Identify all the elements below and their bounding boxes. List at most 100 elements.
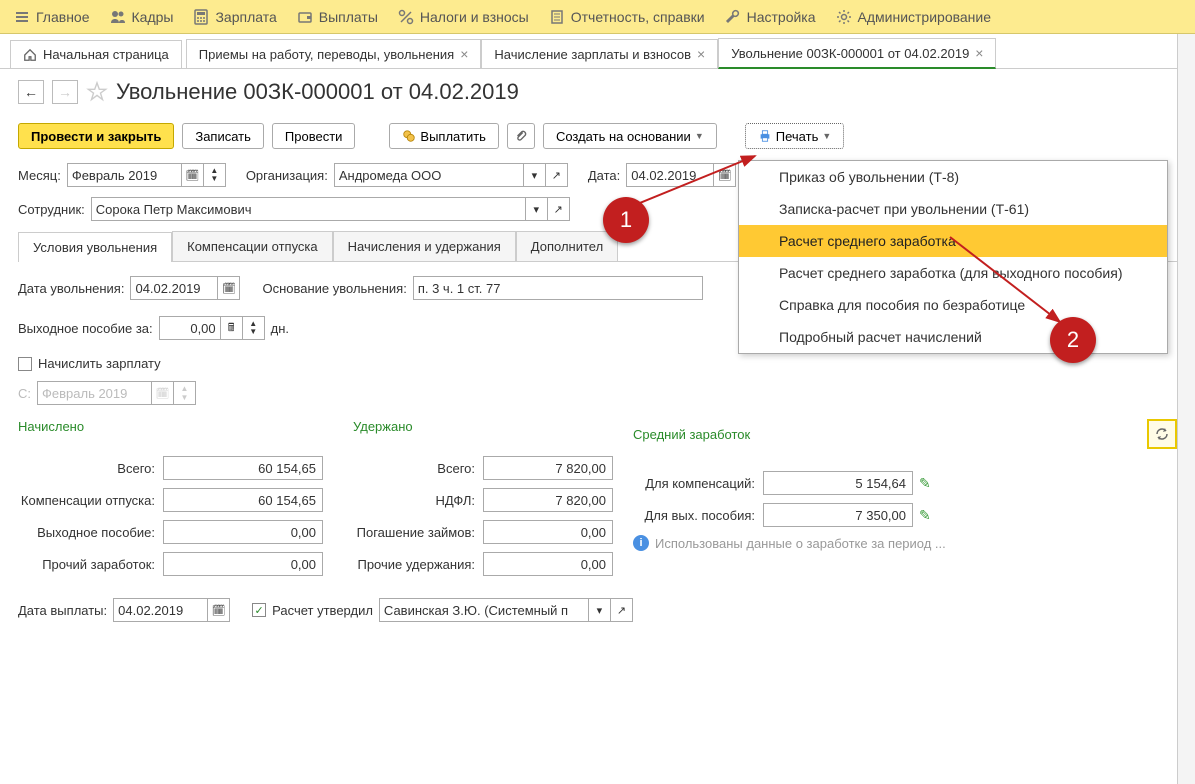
dropdown-icon[interactable]: ▾ bbox=[589, 598, 611, 622]
close-icon[interactable]: × bbox=[697, 46, 705, 62]
tab-compensations[interactable]: Компенсации отпуска bbox=[172, 231, 333, 261]
open-ref-icon[interactable]: ↗ bbox=[611, 598, 633, 622]
open-ref-icon[interactable]: ↗ bbox=[548, 197, 570, 221]
star-icon[interactable] bbox=[86, 81, 108, 103]
menu-staff[interactable]: Кадры bbox=[100, 0, 184, 34]
basis-input[interactable]: п. 3 ч. 1 ст. 77 bbox=[413, 276, 703, 300]
approver-input[interactable]: Савинская З.Ю. (Системный п bbox=[379, 598, 589, 622]
page-header: ← → Увольнение 00ЗК-000001 от 04.02.2019 bbox=[18, 79, 1177, 105]
org-input-group: Андромеда ООО ▾ ↗ bbox=[334, 163, 568, 187]
top-menu-bar: Главное Кадры Зарплата Выплаты Налоги и … bbox=[0, 0, 1195, 34]
print-note-t61[interactable]: Записка-расчет при увольнении (Т-61) bbox=[739, 193, 1167, 225]
print-average-severance[interactable]: Расчет среднего заработка (для выходного… bbox=[739, 257, 1167, 289]
spinner-buttons: ▲▼ bbox=[174, 381, 196, 405]
calendar-icon[interactable]: 🗓 bbox=[208, 598, 230, 622]
accrued-total[interactable]: 60 154,65 bbox=[163, 456, 323, 480]
paydate-label: Дата выплаты: bbox=[18, 603, 107, 618]
accrued-header: Начислено bbox=[18, 419, 353, 434]
month-label: Месяц: bbox=[18, 168, 61, 183]
hamburger-menu[interactable]: Главное bbox=[4, 0, 100, 34]
open-ref-icon[interactable]: ↗ bbox=[546, 163, 568, 187]
pay-button[interactable]: Выплатить bbox=[389, 123, 499, 149]
tab-additional[interactable]: Дополнител bbox=[516, 231, 618, 261]
document-tabs: Начальная страница Приемы на работу, пер… bbox=[0, 34, 1195, 69]
attach-button[interactable] bbox=[507, 123, 535, 149]
employee-input[interactable]: Сорока Петр Максимович bbox=[91, 197, 526, 221]
dismiss-date-label: Дата увольнения: bbox=[18, 281, 124, 296]
print-button[interactable]: Печать ▼ bbox=[745, 123, 845, 149]
menu-payments[interactable]: Выплаты bbox=[287, 0, 388, 34]
date-input[interactable]: 04.02.2019 bbox=[626, 163, 714, 187]
accrue-salary-checkbox[interactable] bbox=[18, 357, 32, 371]
dropdown-icon[interactable]: ▾ bbox=[524, 163, 546, 187]
avg-comp[interactable]: 5 154,64 bbox=[763, 471, 913, 495]
tab-hiring[interactable]: Приемы на работу, переводы, увольнения × bbox=[186, 39, 482, 68]
menu-settings[interactable]: Настройка bbox=[715, 0, 826, 34]
accrued-comp[interactable]: 60 154,65 bbox=[163, 488, 323, 512]
close-icon[interactable]: × bbox=[460, 46, 468, 62]
post-and-close-button[interactable]: Провести и закрыть bbox=[18, 123, 174, 149]
nav-back[interactable]: ← bbox=[18, 80, 44, 104]
gear-icon bbox=[836, 9, 852, 25]
close-icon[interactable]: × bbox=[975, 45, 983, 61]
calendar-icon[interactable]: 🗓 bbox=[218, 276, 240, 300]
edit-icon[interactable]: ✎ bbox=[919, 475, 931, 492]
from-input: Февраль 2019 bbox=[37, 381, 152, 405]
severance-label: Выходное пособие за: bbox=[18, 321, 153, 336]
from-label: С: bbox=[18, 386, 31, 401]
average-header: Средний заработок bbox=[633, 427, 1147, 442]
tab-accruals[interactable]: Начисления и удержания bbox=[333, 231, 516, 261]
create-based-button[interactable]: Создать на основании ▼ bbox=[543, 123, 717, 149]
accrue-salary-label: Начислить зарплату bbox=[38, 356, 161, 371]
home-icon bbox=[23, 48, 37, 62]
report-icon bbox=[549, 9, 565, 25]
employee-label: Сотрудник: bbox=[18, 202, 85, 217]
menu-reports[interactable]: Отчетность, справки bbox=[539, 0, 715, 34]
printer-icon bbox=[758, 129, 772, 143]
callout-2: 2 bbox=[1050, 317, 1096, 363]
paydate-input[interactable]: 04.02.2019 bbox=[113, 598, 208, 622]
nav-forward[interactable]: → bbox=[52, 80, 78, 104]
date-label: Дата: bbox=[588, 168, 620, 183]
withheld-other[interactable]: 0,00 bbox=[483, 552, 613, 576]
edit-icon[interactable]: ✎ bbox=[919, 507, 931, 524]
withheld-loans[interactable]: 0,00 bbox=[483, 520, 613, 544]
calendar-icon[interactable]: 🗓 bbox=[182, 163, 204, 187]
spinner-buttons[interactable]: ▲▼ bbox=[243, 316, 265, 340]
print-order-t8[interactable]: Приказ об увольнении (Т-8) bbox=[739, 161, 1167, 193]
paperclip-icon bbox=[514, 129, 528, 143]
refresh-button[interactable] bbox=[1147, 419, 1177, 449]
calendar-icon: 🗓 bbox=[152, 381, 174, 405]
print-average-earning[interactable]: Расчет среднего заработка bbox=[739, 225, 1167, 257]
info-text[interactable]: Использованы данные о заработке за перио… bbox=[655, 536, 946, 551]
withheld-ndfl[interactable]: 7 820,00 bbox=[483, 488, 613, 512]
chevron-down-icon: ▼ bbox=[822, 131, 831, 141]
menu-taxes[interactable]: Налоги и взносы bbox=[388, 0, 539, 34]
dropdown-icon[interactable]: ▾ bbox=[526, 197, 548, 221]
tab-conditions[interactable]: Условия увольнения bbox=[18, 232, 172, 262]
month-input[interactable]: Февраль 2019 bbox=[67, 163, 182, 187]
calculator-icon[interactable]: 🖩 bbox=[221, 316, 243, 340]
save-button[interactable]: Записать bbox=[182, 123, 264, 149]
tab-home[interactable]: Начальная страница bbox=[10, 40, 182, 68]
calendar-icon[interactable]: 🗓 bbox=[714, 163, 736, 187]
dismiss-date-input[interactable]: 04.02.2019 bbox=[130, 276, 218, 300]
print-detailed-calc[interactable]: Подробный расчет начислений bbox=[739, 321, 1167, 353]
days-label: дн. bbox=[271, 321, 289, 336]
accrued-other[interactable]: 0,00 bbox=[163, 552, 323, 576]
print-unemployment-ref[interactable]: Справка для пособия по безработице bbox=[739, 289, 1167, 321]
avg-severance[interactable]: 7 350,00 bbox=[763, 503, 913, 527]
approved-checkbox[interactable]: ✓ bbox=[252, 603, 266, 617]
org-input[interactable]: Андромеда ООО bbox=[334, 163, 524, 187]
tab-payroll[interactable]: Начисление зарплаты и взносов × bbox=[481, 39, 718, 68]
tab-dismissal[interactable]: Увольнение 00ЗК-000001 от 04.02.2019 × bbox=[718, 38, 996, 69]
accrued-severance[interactable]: 0,00 bbox=[163, 520, 323, 544]
severance-input[interactable]: 0,00 bbox=[159, 316, 221, 340]
withheld-total[interactable]: 7 820,00 bbox=[483, 456, 613, 480]
spinner-buttons[interactable]: ▲▼ bbox=[204, 163, 226, 187]
menu-admin[interactable]: Администрирование bbox=[826, 0, 1002, 34]
date-input-group: 04.02.2019 🗓 bbox=[626, 163, 736, 187]
page-title: Увольнение 00ЗК-000001 от 04.02.2019 bbox=[116, 79, 519, 105]
post-button[interactable]: Провести bbox=[272, 123, 356, 149]
menu-salary[interactable]: Зарплата bbox=[183, 0, 286, 34]
